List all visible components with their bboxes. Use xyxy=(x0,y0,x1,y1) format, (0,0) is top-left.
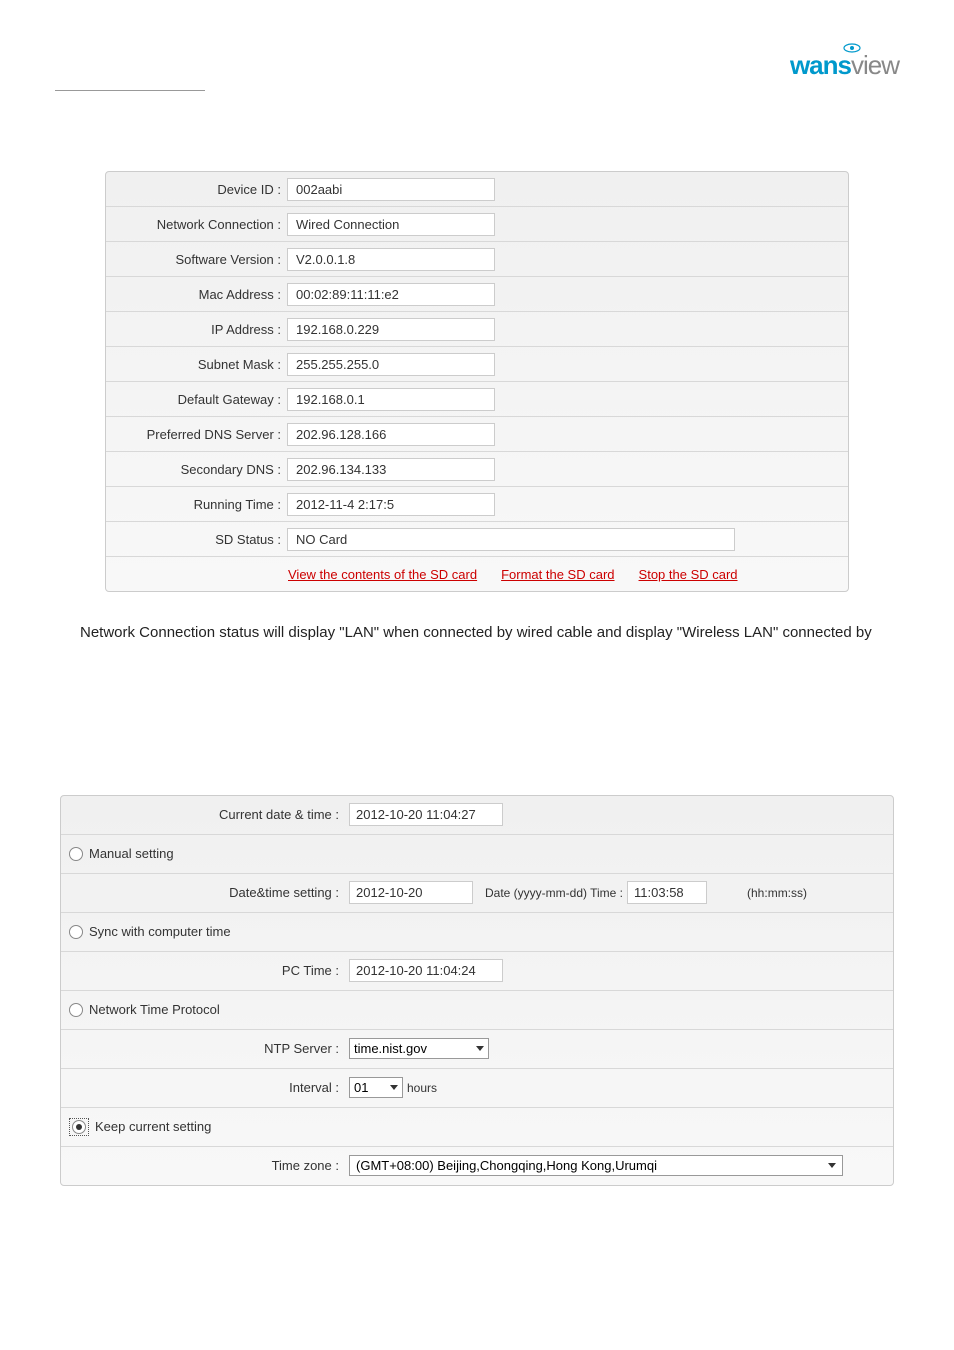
row-mac-address: Mac Address : 00:02:89:11:11:e2 xyxy=(106,277,848,312)
row-device-id: Device ID : 002aabi xyxy=(106,172,848,207)
radio-manual[interactable] xyxy=(69,847,83,861)
select-ntp-interval[interactable]: 01 xyxy=(349,1077,403,1098)
row-network-connection: Network Connection : Wired Connection xyxy=(106,207,848,242)
label-date-time-setting: Date&time setting : xyxy=(69,885,349,900)
page-header: wansview xyxy=(55,50,899,91)
label-ntp-interval: Interval : xyxy=(69,1080,349,1095)
row-keep-current: Keep current setting xyxy=(61,1108,893,1147)
row-timezone: Time zone : (GMT+08:00) Beijing,Chongqin… xyxy=(61,1147,893,1185)
logo-text-1: wans xyxy=(790,50,851,81)
label-pc-time: PC Time : xyxy=(69,963,349,978)
ntp-server-value: time.nist.gov xyxy=(354,1041,427,1056)
label-software-version: Software Version : xyxy=(106,252,287,267)
label-running-time: Running Time : xyxy=(106,497,287,512)
radio-keep-wrapper[interactable] xyxy=(69,1118,89,1136)
hint-date-format: Date (yyyy-mm-dd) Time : xyxy=(485,886,623,900)
select-ntp-server[interactable]: time.nist.gov xyxy=(349,1038,489,1059)
value-subnet-mask: 255.255.255.0 xyxy=(287,353,495,376)
row-manual-setting: Manual setting xyxy=(61,835,893,874)
brand-logo: wansview xyxy=(790,50,899,81)
logo-eye-icon xyxy=(843,42,861,56)
row-running-time: Running Time : 2012-11-4 2:17:5 xyxy=(106,487,848,522)
label-ntp-server: NTP Server : xyxy=(69,1041,349,1056)
label-secondary-dns: Secondary DNS : xyxy=(106,462,287,477)
label-mac-address: Mac Address : xyxy=(106,287,287,302)
header-divider xyxy=(55,90,205,91)
value-device-id: 002aabi xyxy=(287,178,495,201)
label-manual-setting[interactable]: Manual setting xyxy=(89,846,174,861)
link-stop-sd[interactable]: Stop the SD card xyxy=(639,567,738,582)
label-preferred-dns: Preferred DNS Server : xyxy=(106,427,287,442)
row-default-gateway: Default Gateway : 192.168.0.1 xyxy=(106,382,848,417)
row-pc-time: PC Time : 2012-10-20 11:04:24 xyxy=(61,952,893,991)
value-current-time: 2012-10-20 11:04:27 xyxy=(349,803,503,826)
chevron-down-icon xyxy=(476,1046,484,1051)
row-secondary-dns: Secondary DNS : 202.96.134.133 xyxy=(106,452,848,487)
label-device-id: Device ID : xyxy=(106,182,287,197)
time-settings-panel: Current date & time : 2012-10-20 11:04:2… xyxy=(60,795,894,1186)
radio-keep[interactable] xyxy=(72,1120,86,1134)
label-interval-unit: hours xyxy=(407,1081,437,1095)
radio-ntp[interactable] xyxy=(69,1003,83,1017)
row-ntp: Network Time Protocol xyxy=(61,991,893,1030)
value-network-connection: Wired Connection xyxy=(287,213,495,236)
row-sd-links: View the contents of the SD card Format … xyxy=(106,557,848,591)
value-mac-address: 00:02:89:11:11:e2 xyxy=(287,283,495,306)
input-date[interactable]: 2012-10-20 xyxy=(349,881,473,904)
label-keep-current[interactable]: Keep current setting xyxy=(95,1119,211,1134)
row-ip-address: IP Address : 192.168.0.229 xyxy=(106,312,848,347)
label-ip-address: IP Address : xyxy=(106,322,287,337)
value-preferred-dns: 202.96.128.166 xyxy=(287,423,495,446)
row-preferred-dns: Preferred DNS Server : 202.96.128.166 xyxy=(106,417,848,452)
value-ip-address: 192.168.0.229 xyxy=(287,318,495,341)
label-timezone: Time zone : xyxy=(69,1158,349,1173)
label-sd-status: SD Status : xyxy=(106,532,287,547)
label-subnet-mask: Subnet Mask : xyxy=(106,357,287,372)
label-current-time: Current date & time : xyxy=(69,807,349,822)
row-sync-computer: Sync with computer time xyxy=(61,913,893,952)
select-timezone[interactable]: (GMT+08:00) Beijing,Chongqing,Hong Kong,… xyxy=(349,1155,843,1176)
value-software-version: V2.0.0.1.8 xyxy=(287,248,495,271)
row-date-time-setting: Date&time setting : 2012-10-20 Date (yyy… xyxy=(61,874,893,913)
value-secondary-dns: 202.96.134.133 xyxy=(287,458,495,481)
label-sync-computer[interactable]: Sync with computer time xyxy=(89,924,231,939)
row-ntp-interval: Interval : 01 hours xyxy=(61,1069,893,1108)
row-sd-status: SD Status : NO Card xyxy=(106,522,848,557)
row-current-time: Current date & time : 2012-10-20 11:04:2… xyxy=(61,796,893,835)
value-default-gateway: 192.168.0.1 xyxy=(287,388,495,411)
hint-time-format: (hh:mm:ss) xyxy=(747,886,807,900)
chevron-down-icon xyxy=(390,1085,398,1090)
row-ntp-server: NTP Server : time.nist.gov xyxy=(61,1030,893,1069)
row-subnet-mask: Subnet Mask : 255.255.255.0 xyxy=(106,347,848,382)
ntp-interval-value: 01 xyxy=(354,1080,368,1095)
value-sd-status: NO Card xyxy=(287,528,735,551)
device-info-panel: Device ID : 002aabi Network Connection :… xyxy=(105,171,849,592)
value-pc-time: 2012-10-20 11:04:24 xyxy=(349,959,503,982)
row-software-version: Software Version : V2.0.0.1.8 xyxy=(106,242,848,277)
value-running-time: 2012-11-4 2:17:5 xyxy=(287,493,495,516)
label-default-gateway: Default Gateway : xyxy=(106,392,287,407)
description-text: Network Connection status will display "… xyxy=(80,622,874,645)
label-network-connection: Network Connection : xyxy=(106,217,287,232)
chevron-down-icon xyxy=(828,1163,836,1168)
link-view-sd[interactable]: View the contents of the SD card xyxy=(288,567,477,582)
link-format-sd[interactable]: Format the SD card xyxy=(501,567,614,582)
input-time[interactable]: 11:03:58 xyxy=(627,881,707,904)
timezone-value: (GMT+08:00) Beijing,Chongqing,Hong Kong,… xyxy=(356,1158,657,1173)
radio-sync[interactable] xyxy=(69,925,83,939)
label-ntp[interactable]: Network Time Protocol xyxy=(89,1002,220,1017)
